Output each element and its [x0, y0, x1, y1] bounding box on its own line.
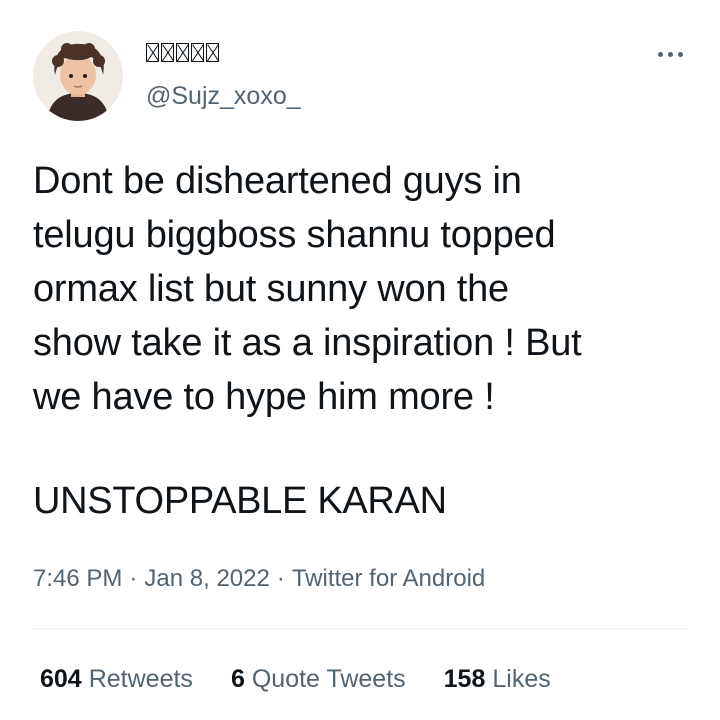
more-options-button[interactable]	[650, 44, 690, 64]
tweet-source-link[interactable]: Twitter for Android	[292, 563, 485, 595]
unrendered-glyph	[161, 43, 174, 62]
retweets-stat[interactable]: 604 Retweets	[40, 663, 193, 695]
divider	[33, 628, 688, 629]
retweets-count: 604	[40, 665, 82, 693]
quote-tweets-count: 6	[230, 665, 245, 693]
engagement-stats: 604 Retweets 6 Quote Tweets 158 Likes	[40, 663, 551, 695]
tweet-tagline: UNSTOPPABLE KARAN	[33, 480, 447, 522]
quote-tweets-label: Quote Tweets	[251, 665, 406, 693]
likes-label: Likes	[492, 665, 551, 693]
likes-stat[interactable]: 158 Likes	[444, 663, 551, 695]
unrendered-glyph	[176, 43, 189, 62]
retweets-label: Retweets	[88, 665, 193, 693]
unrendered-glyph	[146, 43, 159, 62]
tweet-date[interactable]: Jan 8, 2022	[144, 563, 269, 595]
user-handle[interactable]: @Sujz_xoxo_	[146, 81, 301, 111]
unrendered-glyph	[206, 43, 219, 62]
unrendered-glyph	[191, 43, 204, 62]
display-name[interactable]	[146, 43, 219, 62]
tweet-meta: 7:46 PM · Jan 8, 2022 · Twitter for Andr…	[33, 563, 485, 595]
tweet-text: Dont be disheartened guys in telugu bigg…	[33, 160, 582, 418]
meta-separator: ·	[129, 565, 138, 592]
meta-separator: ·	[276, 565, 285, 592]
likes-count: 158	[443, 665, 486, 693]
tweet-time[interactable]: 7:46 PM	[33, 563, 122, 595]
quote-tweets-stat[interactable]: 6 Quote Tweets	[231, 663, 406, 695]
more-horizontal-icon	[657, 51, 663, 57]
tweet-card: @Sujz_xoxo_ Dont be disheartened guys in…	[0, 0, 720, 720]
avatar[interactable]	[33, 31, 123, 121]
